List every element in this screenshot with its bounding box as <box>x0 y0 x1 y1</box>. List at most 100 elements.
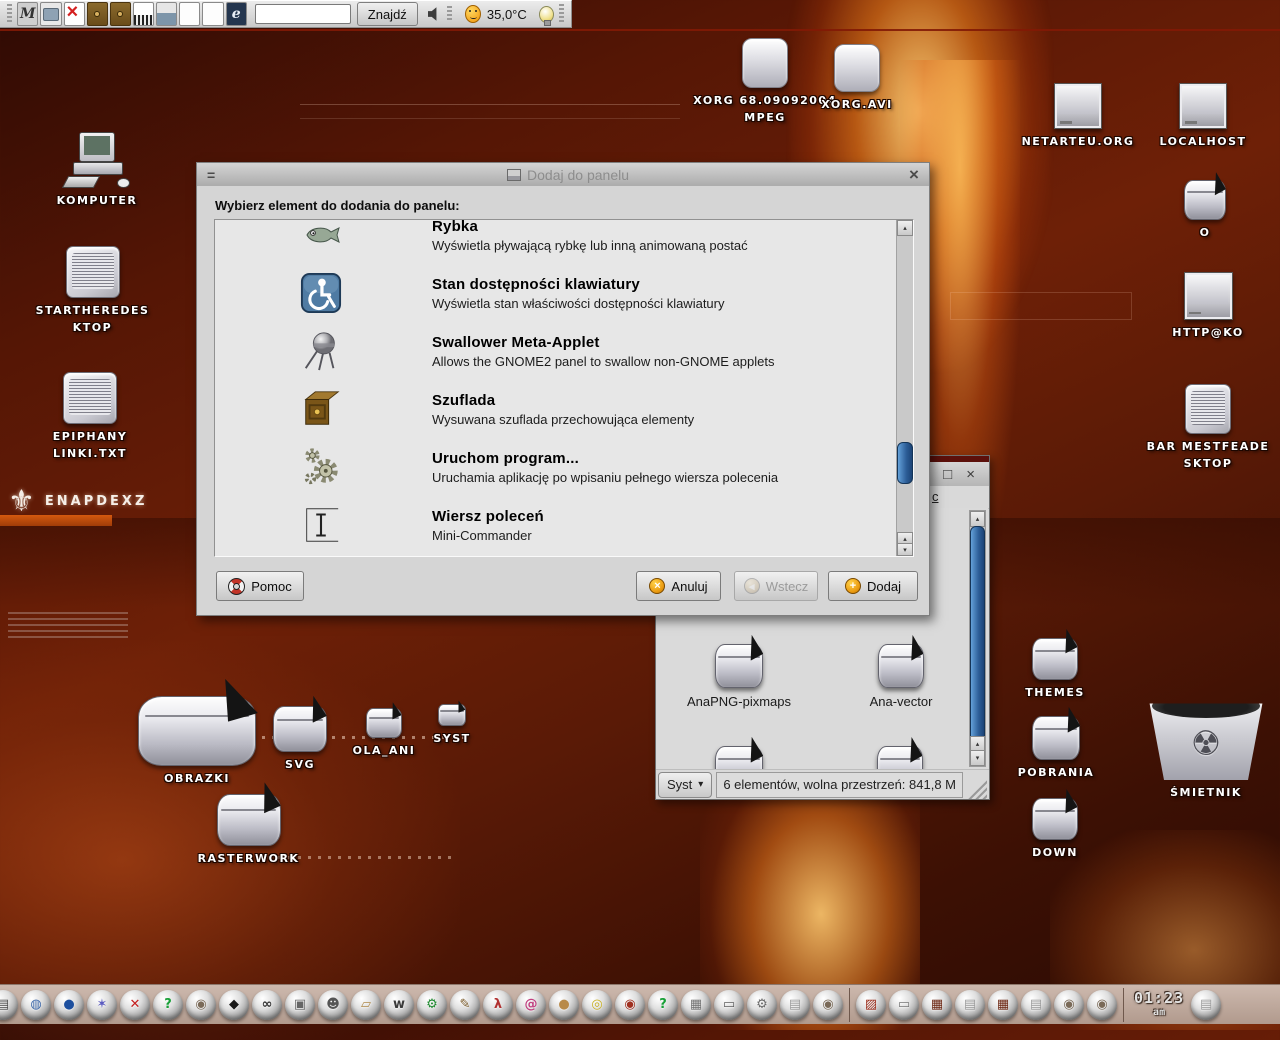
list-scrollbar[interactable]: ▴ ▴ ▾ <box>896 220 913 556</box>
scrollbar-thumb[interactable] <box>970 526 985 744</box>
desktop-icon-rasterwork[interactable]: RASTERWORK <box>186 794 311 867</box>
desktop-icon-smietnik[interactable]: ☢ ŚMIETNIK <box>1140 692 1272 801</box>
desktop-icon-http-ko[interactable]: HTTP@KO <box>1158 272 1258 341</box>
dock-screenshot-tool[interactable]: ▣ <box>285 990 315 1020</box>
find-button[interactable]: Znajdź <box>357 2 418 26</box>
dock-debian-swirl[interactable]: @ <box>516 990 546 1020</box>
dock-help-question[interactable]: ? <box>153 990 183 1020</box>
dock-gimp-wilber-2[interactable]: ◉ <box>813 990 843 1020</box>
close-icon[interactable]: × <box>909 165 919 185</box>
blank-icon[interactable] <box>202 2 223 26</box>
scrollbar-thumb[interactable] <box>897 442 913 484</box>
desktop-icon-svg[interactable]: SVG <box>265 706 335 773</box>
speaker-icon[interactable] <box>428 6 442 22</box>
desktop-icon-netarteu[interactable]: NETARTEU.ORG <box>1013 83 1143 150</box>
zoom-dropdown[interactable]: Syst ▾ <box>658 772 712 798</box>
dock-help-question-2[interactable]: ? <box>648 990 678 1020</box>
desktop-icon-o[interactable]: O <box>1175 180 1235 241</box>
resize-grip[interactable] <box>967 779 987 799</box>
desktop-icon-syst[interactable]: SYST <box>424 704 480 747</box>
dock-desktop-preview-1[interactable]: ▦ <box>922 990 952 1020</box>
dock-red-document[interactable]: ▨ <box>856 990 886 1020</box>
menu-item-fragment[interactable]: c <box>932 489 939 504</box>
dock-notepad-pencil[interactable]: ✎ <box>450 990 480 1020</box>
dock-white-drawer-3[interactable]: ▤ <box>1021 990 1051 1020</box>
list-item-accessibility[interactable]: Stan dostępności klawiatury Wyświetla st… <box>215 264 897 322</box>
file-item[interactable]: AnaPNG-pixmaps <box>679 644 799 709</box>
desktop-icon-bar-sktop[interactable]: BAR MESTFEADE SKTOP <box>1146 384 1270 472</box>
panel-search-input[interactable] <box>255 4 351 24</box>
dock-mascot-face[interactable]: ☻ <box>318 990 348 1020</box>
list-item-rybka[interactable]: Rybka Wyświetla pływającą rybkę lub inną… <box>215 220 897 264</box>
panel-grip[interactable] <box>7 4 12 24</box>
desktop-icon-epiphany-linki[interactable]: EPIPHANY LINKI.TXT <box>40 372 140 462</box>
dock-white-drawer-2[interactable]: ▤ <box>955 990 985 1020</box>
list-item-szuflada[interactable]: Szuflada Wysuwana szuflada przechowująca… <box>215 380 897 438</box>
weather-smiley-icon[interactable] <box>465 5 481 23</box>
dock-web-globe-cursor[interactable]: ◍ <box>21 990 51 1020</box>
desktop-icon-obrazki[interactable]: OBRAZKI <box>132 696 262 787</box>
drawer-icon[interactable] <box>87 2 108 26</box>
lightbulb-icon[interactable] <box>539 6 554 23</box>
epiphany-icon[interactable]: e <box>226 2 247 26</box>
scroll-down-button[interactable]: ▾ <box>897 543 913 556</box>
workspace-icon[interactable] <box>156 2 177 26</box>
dock-desktop-preview-2[interactable]: ▦ <box>988 990 1018 1020</box>
desktop-icon-pobrania[interactable]: POBRANIA <box>1008 716 1104 781</box>
mplayer-icon[interactable]: M <box>17 2 38 26</box>
scroll-up-button[interactable]: ▴ <box>897 220 913 236</box>
dock-kde-gear[interactable]: ⚙ <box>417 990 447 1020</box>
dock-scanner-device[interactable]: ▭ <box>714 990 744 1020</box>
help-button[interactable]: Pomoc <box>216 571 304 601</box>
dock-gnu-mascot[interactable]: ✶ <box>87 990 117 1020</box>
blank-icon[interactable] <box>179 2 200 26</box>
maximize-icon[interactable]: □ <box>943 466 952 483</box>
desktop-icon-enapdexz[interactable]: ⚜ ENAPDEXZ <box>8 484 147 519</box>
dock-lyx[interactable]: λ <box>483 990 513 1020</box>
dock-video-cd-burner[interactable]: ◉ <box>615 990 645 1020</box>
dock-planet-jupiter[interactable]: ● <box>549 990 579 1020</box>
desktop-icon-down[interactable]: DOWN <box>1013 798 1097 861</box>
dock-trailing-drawer[interactable]: ▤ <box>1191 990 1221 1020</box>
window-menu-icon[interactable]: = <box>207 167 227 183</box>
back-button[interactable]: ◂ Wstecz <box>734 571 818 601</box>
drawer-icon[interactable] <box>110 2 131 26</box>
display-icon[interactable] <box>40 2 61 26</box>
dock-gimp-wilber[interactable]: ◉ <box>186 990 216 1020</box>
scroll-down-button[interactable]: ▾ <box>970 750 985 766</box>
list-item-swallower[interactable]: Swallower Meta-Applet Allows the GNOME2 … <box>215 322 897 380</box>
file-window-scrollbar[interactable]: ▴ ▴ ▾ <box>969 510 986 767</box>
desktop-icon-localhost[interactable]: LOCALHOST <box>1143 83 1263 150</box>
list-item-run-program[interactable]: Uruchom program... Uruchamia aplikację p… <box>215 438 897 496</box>
dock-calculator[interactable]: ▦ <box>681 990 711 1020</box>
list-item-command-line[interactable]: Wiersz poleceń Mini-Commander <box>215 496 897 554</box>
dock-file-cabinet[interactable]: ▤ <box>0 990 18 1020</box>
add-button[interactable]: + Dodaj <box>828 571 918 601</box>
desktop-icon-starthere[interactable]: STARTHEREDES KTOP <box>35 246 150 336</box>
dock-cd-roast[interactable]: ◎ <box>582 990 612 1020</box>
folder-icon[interactable] <box>715 746 763 769</box>
dock-gimp-wilber-4[interactable]: ◉ <box>1087 990 1117 1020</box>
dock-journal-notebook[interactable]: ▱ <box>351 990 381 1020</box>
panel-grip[interactable] <box>559 4 564 24</box>
barcode-icon[interactable] <box>133 2 154 26</box>
dock-gears-utility[interactable]: ⚙ <box>747 990 777 1020</box>
dock-clipboard-frame[interactable]: ▭ <box>889 990 919 1020</box>
dock-abiword-w[interactable]: w <box>384 990 414 1020</box>
desktop-icon-xorg-avi[interactable]: XORG.AVI <box>812 44 902 113</box>
desktop-icon-komputer[interactable]: KOMPUTER <box>42 132 152 209</box>
desktop-icon-themes[interactable]: THEMES <box>1013 638 1097 701</box>
window-close-icon[interactable] <box>64 2 85 26</box>
dock-inkscape-diamond[interactable]: ◆ <box>219 990 249 1020</box>
dock-xeyes[interactable]: ∞ <box>252 990 282 1020</box>
folder-icon[interactable] <box>877 746 923 769</box>
dock-gimp-wilber-3[interactable]: ◉ <box>1054 990 1084 1020</box>
scroll-up-button[interactable]: ▴ <box>970 511 985 527</box>
close-icon[interactable]: × <box>966 466 975 483</box>
dock-blue-globe[interactable]: ● <box>54 990 84 1020</box>
file-item[interactable]: Ana-vector <box>841 644 961 709</box>
desktop-icon-ola-ani[interactable]: OLA_ANI <box>344 708 424 759</box>
dialog-titlebar[interactable]: = Dodaj do panelu × <box>197 163 929 186</box>
cancel-button[interactable]: × Anuluj <box>636 571 721 601</box>
dock-white-drawer[interactable]: ▤ <box>780 990 810 1020</box>
